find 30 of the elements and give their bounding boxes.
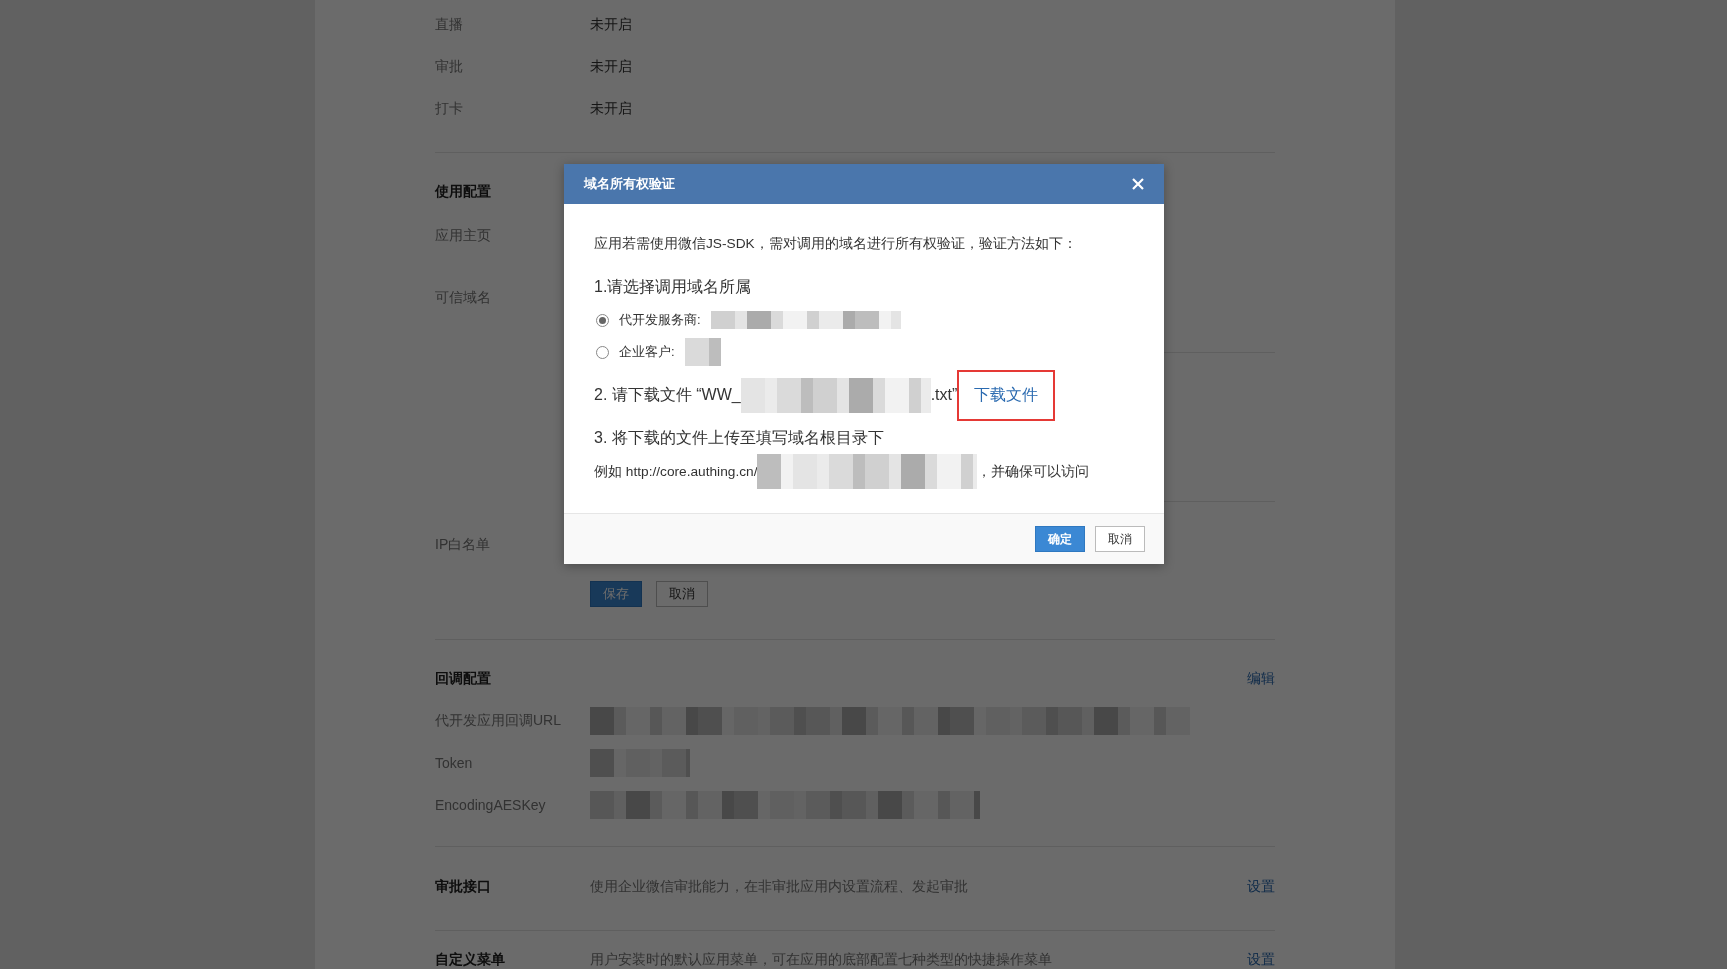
example-text: ，并确保可以访问 xyxy=(977,462,1090,481)
cancel-button[interactable]: 取消 xyxy=(1095,526,1145,552)
feature-status: 未开启 xyxy=(590,16,632,34)
feature-label: 直播 xyxy=(435,16,464,34)
radio-label[interactable]: 企业客户: xyxy=(619,343,675,361)
step-title: 2. 请下载文件 “WW_ xyxy=(594,384,741,405)
settings-link[interactable]: 设置 xyxy=(1247,951,1275,969)
example-text: 例如 http://core.authing.cn/ xyxy=(594,462,758,481)
section-title: 回调配置 xyxy=(435,670,492,688)
confirm-button[interactable]: 确定 xyxy=(1035,526,1085,552)
section-title: 自定义菜单 xyxy=(435,951,506,969)
feature-status: 未开启 xyxy=(590,100,632,118)
edit-link[interactable]: 编辑 xyxy=(1247,670,1275,688)
settings-link[interactable]: 设置 xyxy=(1247,878,1275,896)
dialog-title: 域名所有权验证 xyxy=(584,175,675,193)
field-label: EncodingAESKey xyxy=(435,797,547,813)
download-link[interactable]: 下载文件 xyxy=(957,369,1056,421)
field-label: Token xyxy=(435,755,474,771)
intro-text: 应用若需使用微信JS-SDK，需对调用的域名进行所有权验证，验证方法如下： xyxy=(594,235,1078,253)
close-icon[interactable] xyxy=(1132,178,1144,190)
step-title: 1.请选择调用域名所属 xyxy=(594,277,753,297)
redacted-mosaic xyxy=(684,338,721,366)
step-title: 3. 将下载的文件上传至填写域名根目录下 xyxy=(594,428,885,448)
cancel-button[interactable]: 取消 xyxy=(656,581,708,607)
section-title: 使用配置 xyxy=(435,183,492,201)
section-title: 审批接口 xyxy=(435,878,492,896)
feature-status: 未开启 xyxy=(590,58,632,76)
file-extension: .txt” xyxy=(930,386,958,404)
radio-label[interactable]: 代开发服务商: xyxy=(619,311,701,329)
save-button[interactable]: 保存 xyxy=(590,581,642,607)
